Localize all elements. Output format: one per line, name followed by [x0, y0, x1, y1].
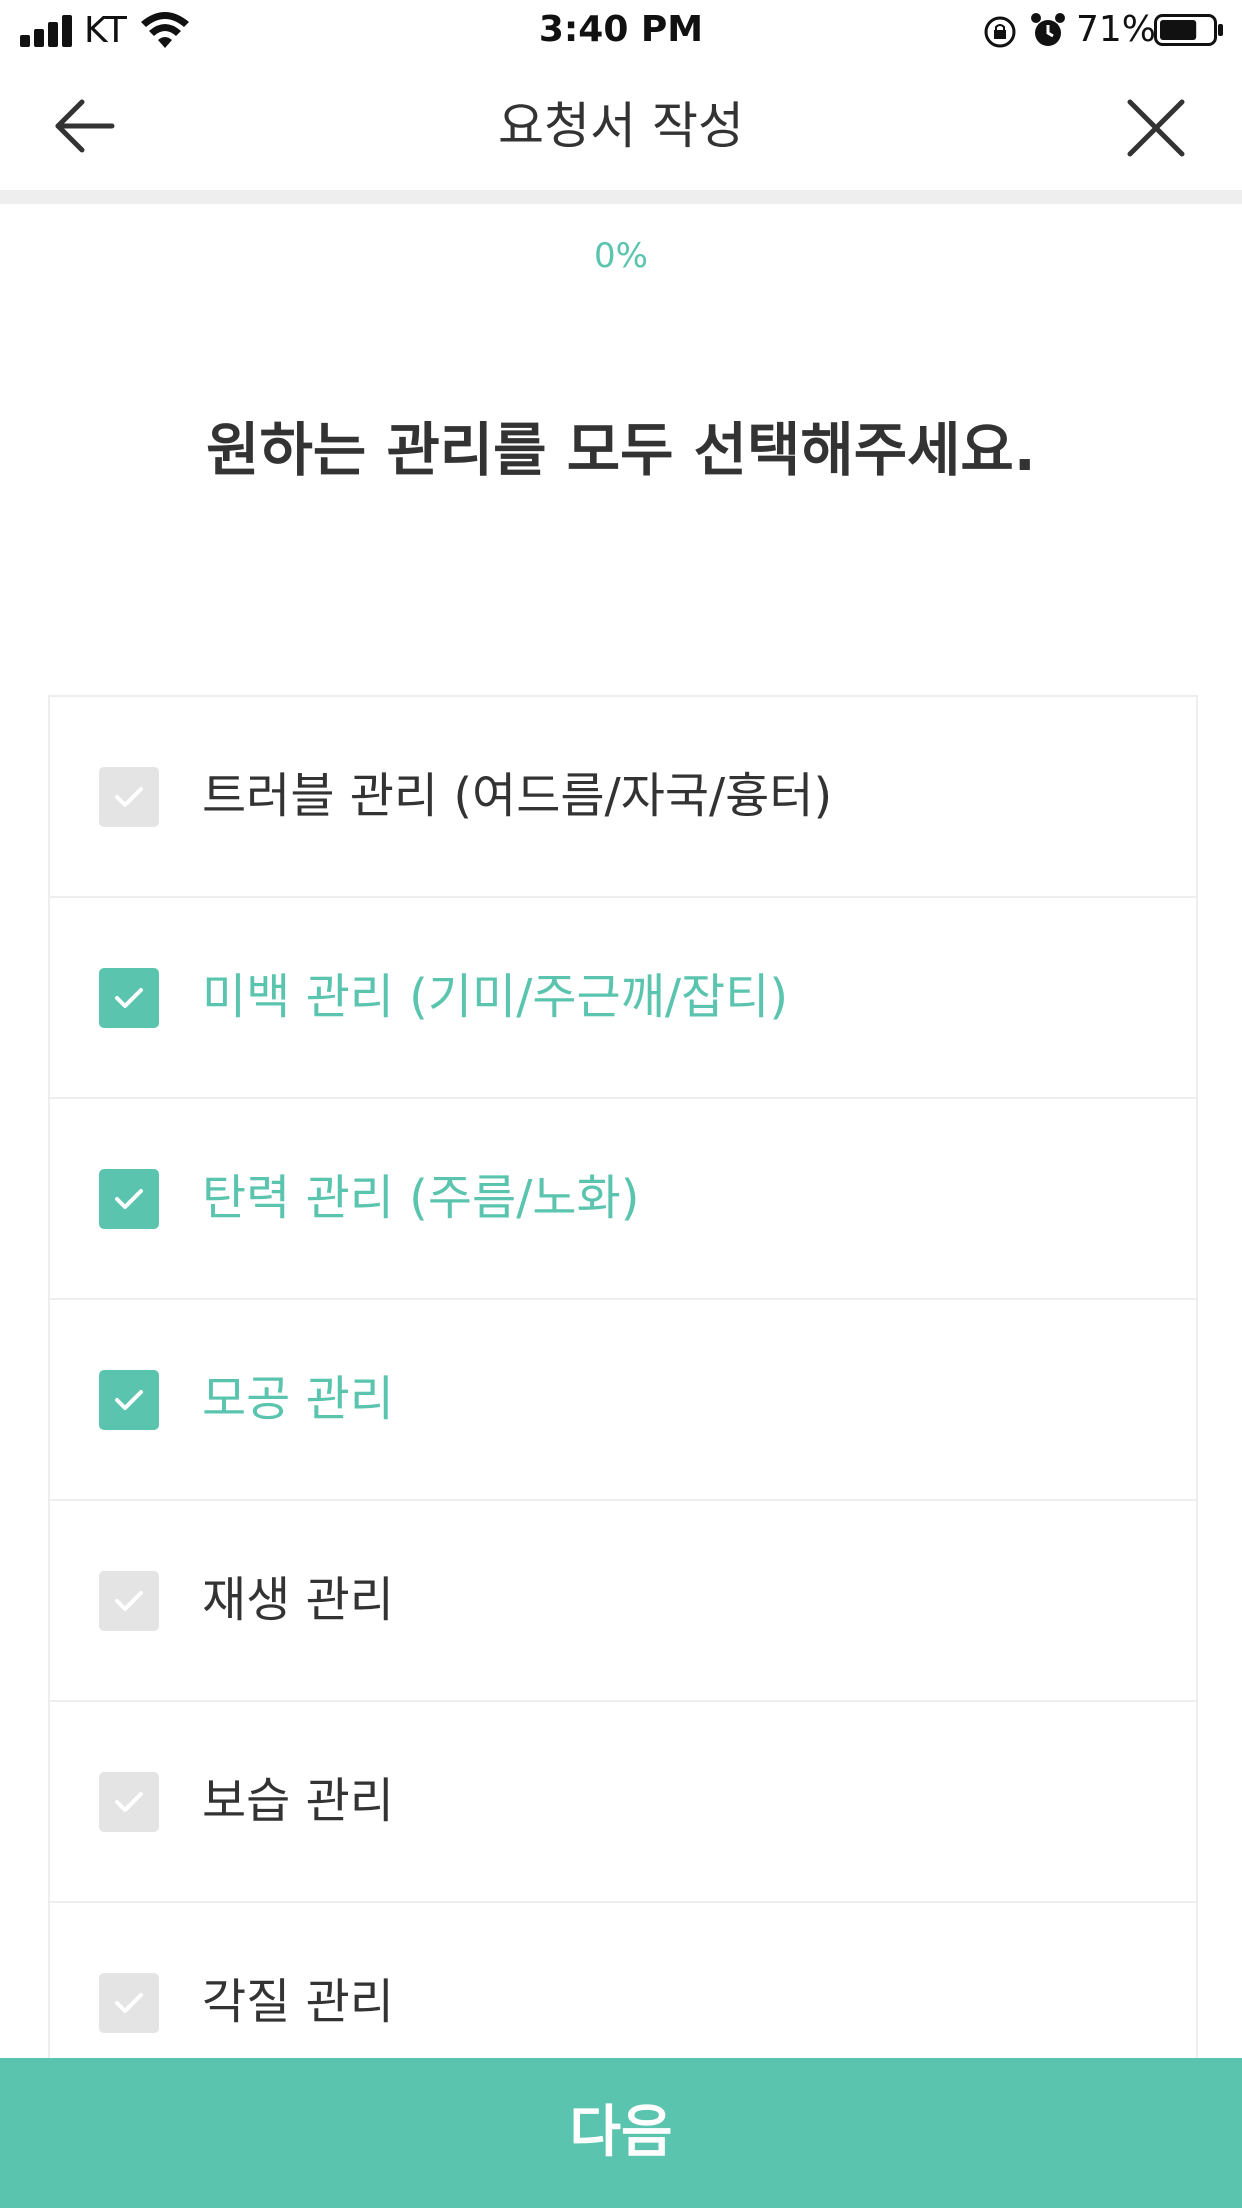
option-item[interactable]: 트러블 관리 (여드름/자국/흉터)	[50, 697, 1196, 898]
question-heading: 원하는 관리를 모두 선택해주세요.	[206, 416, 1036, 484]
battery-percent: 71%	[1076, 9, 1157, 50]
check-icon	[115, 988, 143, 1008]
check-icon	[115, 787, 143, 807]
check-icon	[115, 1189, 143, 1209]
page-title: 요청서 작성	[498, 97, 744, 155]
progress-bar	[0, 190, 1242, 204]
option-item[interactable]: 모공 관리	[50, 1300, 1196, 1501]
rotation-lock-icon	[984, 16, 1016, 48]
progress-label: 0%	[594, 236, 648, 276]
checkbox[interactable]	[99, 767, 159, 827]
close-icon	[1127, 99, 1185, 157]
next-button[interactable]: 다음	[0, 2058, 1242, 2208]
status-bar: KT 3:40 PM 71%	[0, 0, 1242, 60]
option-label: 모공 관리	[202, 1371, 394, 1427]
checkbox[interactable]	[99, 1370, 159, 1430]
options-list: 트러블 관리 (여드름/자국/흉터) 미백 관리 (기미/주근깨/잡티) 탄력 …	[48, 695, 1198, 2104]
option-label: 트러블 관리 (여드름/자국/흉터)	[202, 768, 833, 824]
option-item[interactable]: 미백 관리 (기미/주근깨/잡티)	[50, 898, 1196, 1099]
checkbox[interactable]	[99, 1973, 159, 2033]
check-icon	[115, 1792, 143, 1812]
option-label: 재생 관리	[202, 1572, 394, 1628]
checkbox[interactable]	[99, 1169, 159, 1229]
option-label: 보습 관리	[202, 1773, 394, 1829]
checkbox[interactable]	[99, 1571, 159, 1631]
checkbox[interactable]	[99, 968, 159, 1028]
option-label: 미백 관리 (기미/주근깨/잡티)	[202, 969, 789, 1025]
option-item[interactable]: 탄력 관리 (주름/노화)	[50, 1099, 1196, 1300]
option-item[interactable]: 재생 관리	[50, 1501, 1196, 1702]
option-item[interactable]: 보습 관리	[50, 1702, 1196, 1903]
alarm-icon	[1031, 13, 1065, 46]
header: 요청서 작성	[0, 60, 1242, 190]
check-icon	[115, 1993, 143, 2013]
option-label: 탄력 관리 (주름/노화)	[202, 1170, 640, 1226]
checkbox[interactable]	[99, 1772, 159, 1832]
battery-icon	[1154, 14, 1223, 46]
check-icon	[115, 1390, 143, 1410]
close-button[interactable]	[1124, 96, 1188, 160]
check-icon	[115, 1591, 143, 1611]
option-label: 각질 관리	[202, 1974, 394, 2030]
